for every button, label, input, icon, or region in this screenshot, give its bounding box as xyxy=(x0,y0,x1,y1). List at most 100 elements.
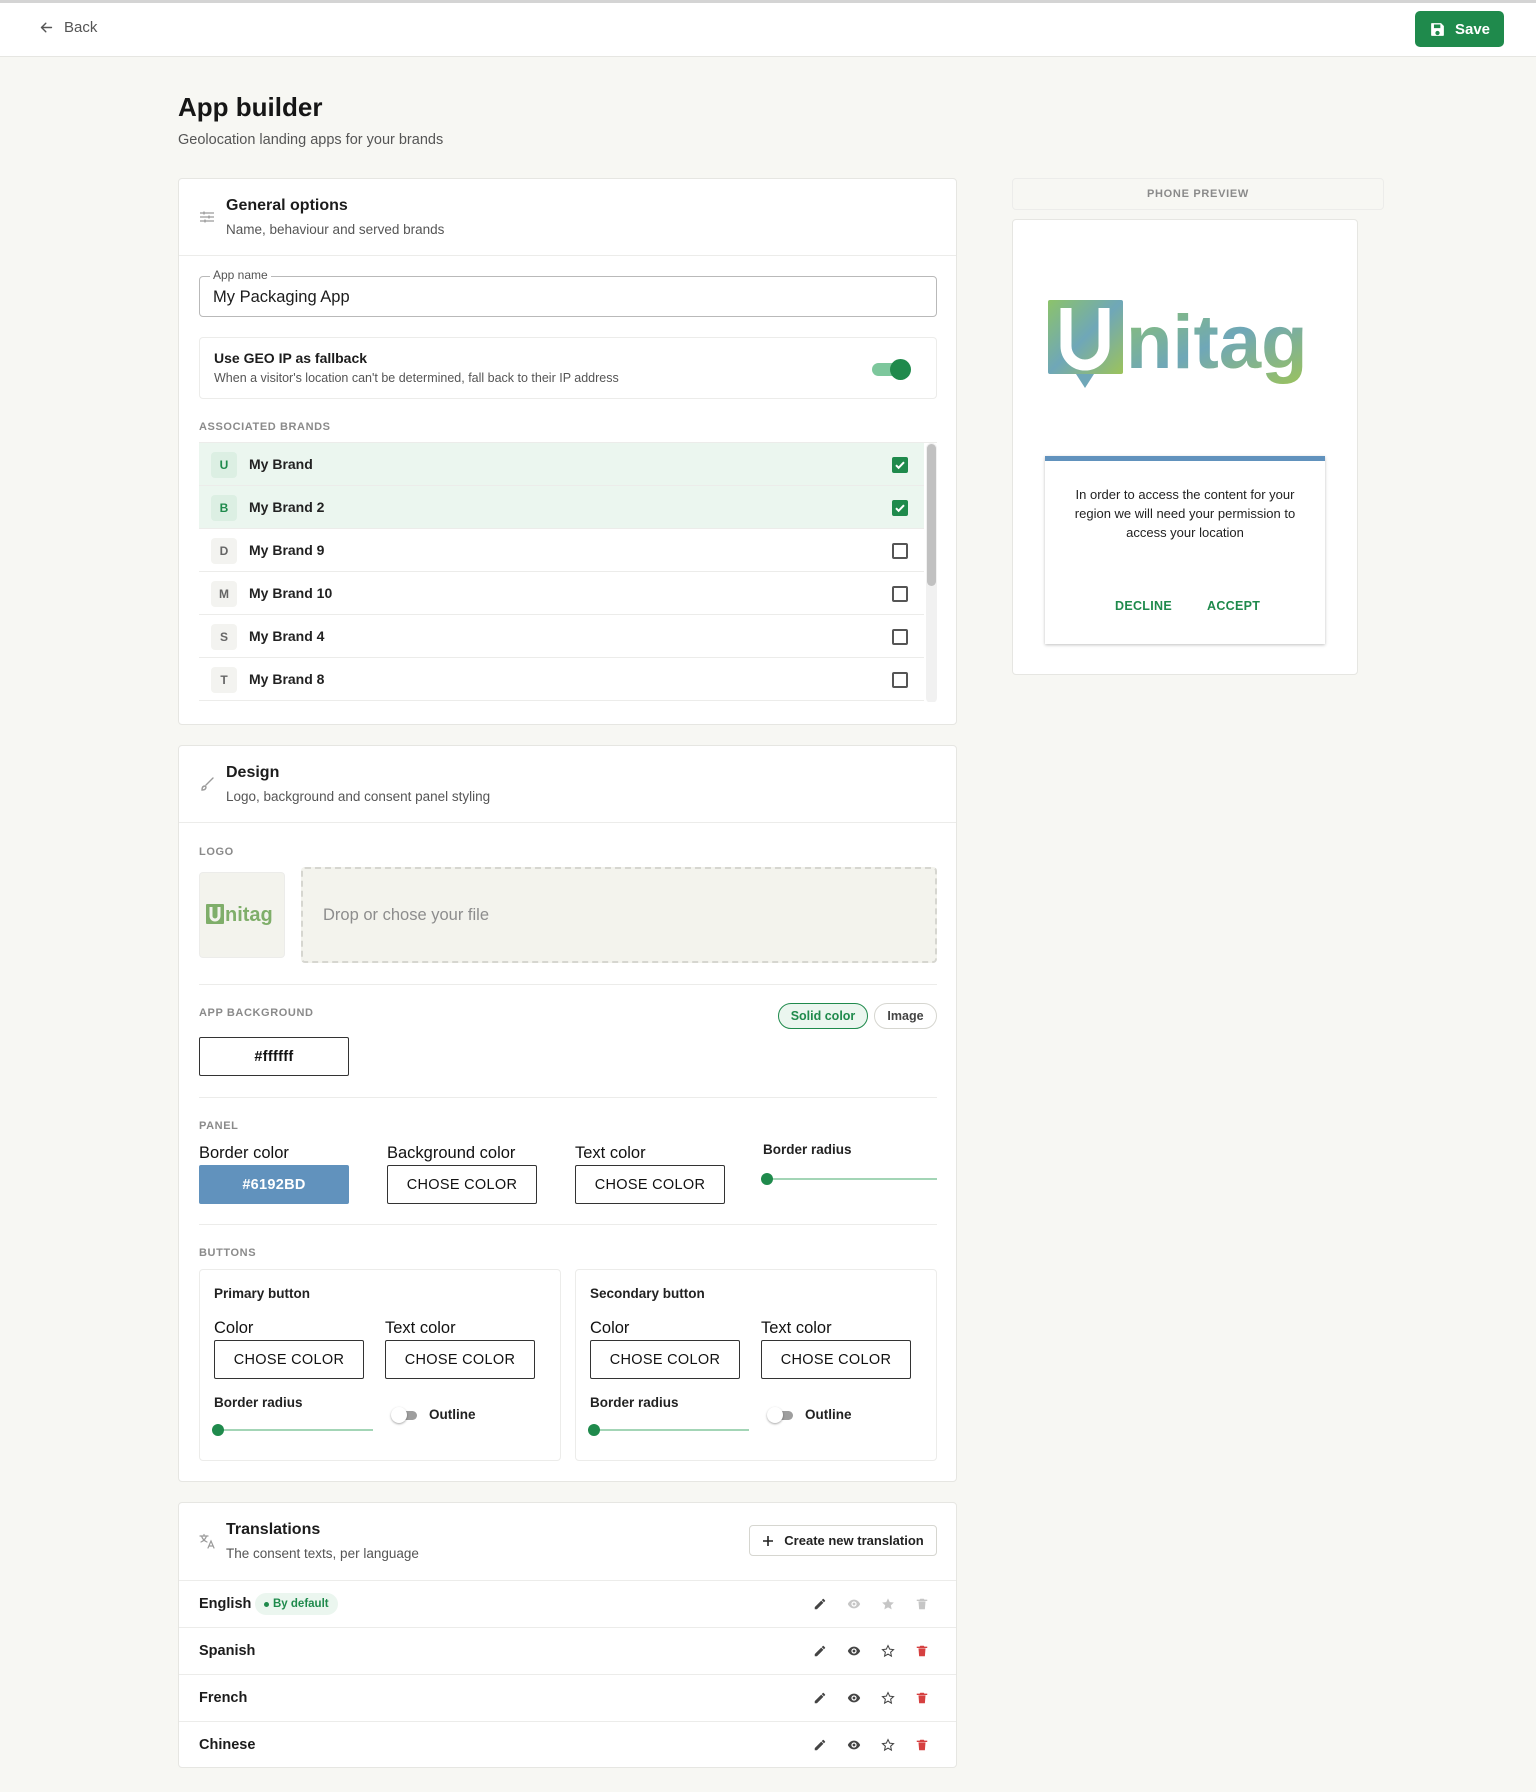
brand-initial: T xyxy=(211,667,237,693)
scrollbar-thumb[interactable] xyxy=(927,444,936,586)
brand-row[interactable]: T My Brand 8 xyxy=(199,658,924,701)
delete-button[interactable] xyxy=(912,1641,932,1661)
edit-button[interactable] xyxy=(810,1688,830,1708)
translation-row[interactable]: French xyxy=(179,1674,956,1721)
brand-checkbox[interactable] xyxy=(892,500,908,516)
delete-button[interactable] xyxy=(912,1688,932,1708)
trash-icon xyxy=(916,1598,928,1610)
translation-row[interactable]: Spanish xyxy=(179,1627,956,1674)
translation-row[interactable]: Chinese xyxy=(179,1721,956,1768)
sliders-icon xyxy=(200,211,214,223)
brand-checkbox[interactable] xyxy=(892,629,908,645)
general-options-title: General options xyxy=(226,197,348,214)
brand-initial: S xyxy=(211,624,237,650)
primary-color-button[interactable]: CHOSE COLOR xyxy=(214,1340,364,1379)
decline-button[interactable]: DECLINE xyxy=(1115,599,1172,613)
primary-button-settings: Primary button Color CHOSE COLOR Text co… xyxy=(199,1269,561,1461)
star-filled-icon xyxy=(882,1598,894,1610)
brand-checkbox[interactable] xyxy=(892,672,908,688)
geo-ip-toggle[interactable] xyxy=(872,359,911,380)
top-bar: Back Save xyxy=(0,3,1536,57)
app-background-label: App background xyxy=(199,1007,314,1019)
translation-row[interactable]: English By default xyxy=(179,1580,956,1627)
edit-button[interactable] xyxy=(810,1594,830,1614)
back-label: Back xyxy=(64,19,98,36)
create-translation-button[interactable]: Create new translation xyxy=(749,1525,937,1556)
secondary-text-color-button[interactable]: CHOSE COLOR xyxy=(761,1340,911,1379)
brand-initial: B xyxy=(211,495,237,521)
panel-background-color-button[interactable]: CHOSE COLOR xyxy=(387,1165,537,1204)
brand-name: My Brand 10 xyxy=(249,585,333,601)
brand-list-scrollbar[interactable] xyxy=(926,443,937,702)
star-outline-icon xyxy=(881,1738,895,1752)
trash-icon xyxy=(916,1645,928,1657)
brand-row[interactable]: S My Brand 4 xyxy=(199,615,924,658)
app-name-field[interactable]: App name My Packaging App xyxy=(199,268,937,317)
solid-color-option[interactable]: Solid color xyxy=(778,1003,868,1029)
general-options-subtitle: Name, behaviour and served brands xyxy=(226,222,445,237)
brand-row[interactable]: B My Brand 2 xyxy=(199,486,924,529)
delete-button[interactable] xyxy=(912,1735,932,1755)
checkmark-icon xyxy=(895,461,905,470)
primary-radius-slider[interactable] xyxy=(212,1423,373,1437)
preview-button[interactable] xyxy=(844,1688,864,1708)
primary-text-color-button[interactable]: CHOSE COLOR xyxy=(385,1340,535,1379)
secondary-outline-toggle[interactable] xyxy=(767,1407,795,1423)
arrow-left-icon xyxy=(40,22,53,33)
panel-border-color-button[interactable]: #6192BD xyxy=(199,1165,349,1204)
brand-row[interactable]: U My Brand xyxy=(199,443,924,486)
brand-row[interactable]: D My Brand 9 xyxy=(199,529,924,572)
set-default-button[interactable] xyxy=(878,1688,898,1708)
secondary-radius-slider[interactable] xyxy=(588,1423,749,1437)
eye-icon xyxy=(847,1646,861,1656)
primary-outline-toggle[interactable] xyxy=(391,1407,419,1423)
brand-checkbox[interactable] xyxy=(892,586,908,602)
geo-ip-fallback-option: Use GEO IP as fallback When a visitor's … xyxy=(199,337,937,399)
secondary-color-button[interactable]: CHOSE COLOR xyxy=(590,1340,740,1379)
secondary-button-title: Secondary button xyxy=(590,1286,705,1301)
panel-border-radius-slider[interactable] xyxy=(761,1172,937,1186)
brand-checkbox[interactable] xyxy=(892,543,908,559)
image-option[interactable]: Image xyxy=(874,1003,937,1029)
pencil-icon xyxy=(814,1645,826,1657)
primary-color-label: Color xyxy=(214,1319,254,1337)
brush-icon xyxy=(201,777,214,791)
brand-name: My Brand 8 xyxy=(249,671,325,687)
set-default-button[interactable] xyxy=(878,1641,898,1661)
divider xyxy=(199,1224,937,1225)
panel-text-color-button[interactable]: CHOSE COLOR xyxy=(575,1165,725,1204)
language-name: Spanish xyxy=(199,1643,256,1659)
logo-dropzone[interactable]: Drop or chose your file xyxy=(301,867,937,963)
app-background-color-button[interactable]: #ffffff xyxy=(199,1037,349,1076)
brand-list: U My Brand B My Brand 2 D My Brand 9 M M… xyxy=(199,442,937,702)
set-default-button[interactable] xyxy=(878,1735,898,1755)
preview-button[interactable] xyxy=(844,1641,864,1661)
consent-text: In order to access the content for your … xyxy=(1074,487,1296,540)
primary-text-color-label: Text color xyxy=(385,1319,456,1337)
translations-subtitle: The consent texts, per language xyxy=(226,1546,419,1561)
slider-rail xyxy=(763,1178,937,1180)
preview-button[interactable] xyxy=(844,1735,864,1755)
save-button[interactable]: Save xyxy=(1415,11,1504,47)
edit-button[interactable] xyxy=(810,1735,830,1755)
slider-handle[interactable] xyxy=(212,1424,224,1436)
default-badge: By default xyxy=(255,1593,338,1615)
brand-row[interactable]: M My Brand 10 xyxy=(199,572,924,615)
general-options-header: General options Name, behaviour and serv… xyxy=(179,179,956,256)
toggle-knob xyxy=(767,1407,783,1423)
translations-header: Translations The consent texts, per lang… xyxy=(179,1503,956,1580)
edit-button[interactable] xyxy=(810,1641,830,1661)
language-name: Chinese xyxy=(199,1737,256,1753)
design-header: Design Logo, background and consent pane… xyxy=(179,746,956,823)
panel-border-color-label: Border color xyxy=(199,1144,289,1162)
pencil-icon xyxy=(814,1692,826,1704)
slider-handle[interactable] xyxy=(588,1424,600,1436)
slider-handle[interactable] xyxy=(761,1173,773,1185)
back-button[interactable]: Back xyxy=(38,19,97,36)
geo-ip-description: When a visitor's location can't be deter… xyxy=(214,371,619,385)
language-name: French xyxy=(199,1690,248,1706)
phone-preview: nitag In order to access the content for… xyxy=(1012,219,1358,675)
accept-button[interactable]: ACCEPT xyxy=(1207,599,1260,613)
brand-checkbox[interactable] xyxy=(892,457,908,473)
page-title: App builder xyxy=(178,92,323,122)
